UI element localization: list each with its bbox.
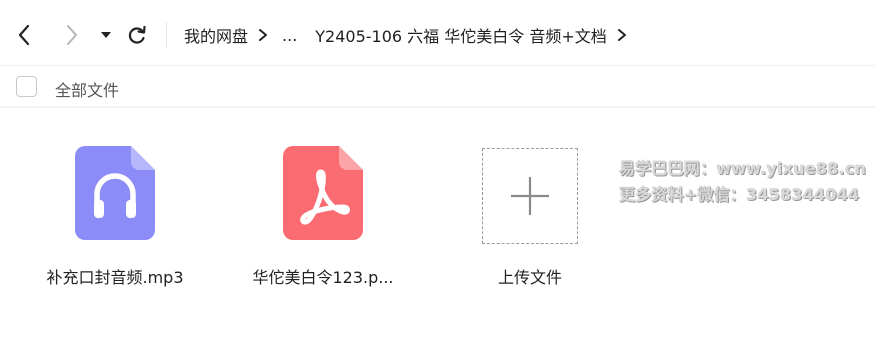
audio-file-icon (75, 146, 155, 240)
back-button[interactable] (10, 20, 38, 50)
upload-button[interactable] (482, 148, 578, 244)
toolbar-divider (166, 22, 167, 48)
toolbar: 我的网盘 ... Y2405-106 六福 华佗美白令 音频+文档 (0, 0, 875, 66)
caret-down-icon (101, 32, 111, 38)
chevron-right-icon (67, 25, 77, 45)
select-all-checkbox[interactable] (16, 76, 37, 97)
refresh-button[interactable] (123, 20, 151, 50)
upload-label[interactable]: 上传文件 (470, 264, 590, 288)
chevron-left-icon (18, 24, 30, 46)
breadcrumb: 我的网盘 ... Y2405-106 六福 华佗美白令 音频+文档 (184, 22, 641, 48)
select-all-label: 全部文件 (55, 81, 120, 100)
pdf-file-icon (283, 146, 363, 240)
breadcrumb-current[interactable]: Y2405-106 六福 华佗美白令 音频+文档 (315, 23, 606, 47)
watermark-line-contact: 更多资料+微信：3458344044 (619, 185, 860, 204)
file-item-pdf[interactable]: 华佗美白令123.p... (233, 140, 413, 300)
forward-button[interactable] (58, 20, 86, 50)
file-item-audio[interactable]: 补充口封音频.mp3 (25, 140, 205, 300)
plus-icon (511, 177, 549, 215)
chevron-right-icon[interactable] (617, 28, 627, 42)
file-name: 华佗美白令123.p... (252, 268, 394, 287)
breadcrumb-root[interactable]: 我的网盘 (184, 23, 248, 47)
watermark-line-site: 易学巴巴网：www.yixue88.cn (619, 159, 867, 178)
breadcrumb-ellipsis[interactable]: ... (282, 26, 297, 45)
select-bar: 全部文件 (0, 66, 875, 108)
chevron-right-icon (258, 28, 268, 42)
file-name: 补充口封音频.mp3 (46, 268, 184, 287)
watermark: 易学巴巴网：www.yixue88.cn 更多资料+微信：3458344044 (619, 156, 866, 208)
history-dropdown-button[interactable] (92, 20, 120, 50)
refresh-icon (128, 25, 146, 44)
